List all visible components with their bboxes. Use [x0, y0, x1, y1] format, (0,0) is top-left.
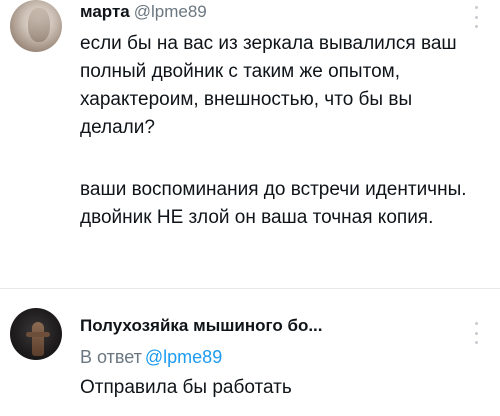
tweet-text-paragraph: ваши воспоминания до встречи идентичны. … — [80, 179, 467, 228]
avatar[interactable] — [10, 0, 62, 52]
more-options-icon[interactable] — [473, 6, 479, 28]
more-options-icon[interactable] — [473, 322, 479, 344]
reply-handle-link[interactable]: @lpme89 — [145, 347, 222, 367]
tweet-header: Полухозяйка мышиного бо... — [80, 316, 323, 336]
tweet-reply[interactable]: Полухозяйка мышиного бо... В ответ @lpme8… — [0, 300, 500, 416]
tweet-original[interactable]: марта @lpme89 если бы на вас из зеркала в… — [0, 0, 500, 288]
tweet-text-paragraph: если бы на вас из зеркала вывалился ваш … — [80, 33, 457, 138]
avatar-photo — [28, 8, 50, 42]
display-name[interactable]: марта — [80, 2, 130, 21]
tweet-header: марта @lpme89 — [80, 2, 207, 22]
reply-prefix: В ответ — [80, 347, 142, 367]
avatar-photo — [32, 322, 44, 356]
display-name[interactable]: Полухозяйка мышиного бо... — [80, 316, 323, 335]
divider — [0, 288, 500, 289]
avatar[interactable] — [10, 308, 62, 360]
reply-context: В ответ @lpme89 — [80, 347, 222, 368]
user-handle[interactable]: @lpme89 — [134, 2, 207, 21]
tweet-text: Отправила бы работать — [80, 377, 292, 398]
